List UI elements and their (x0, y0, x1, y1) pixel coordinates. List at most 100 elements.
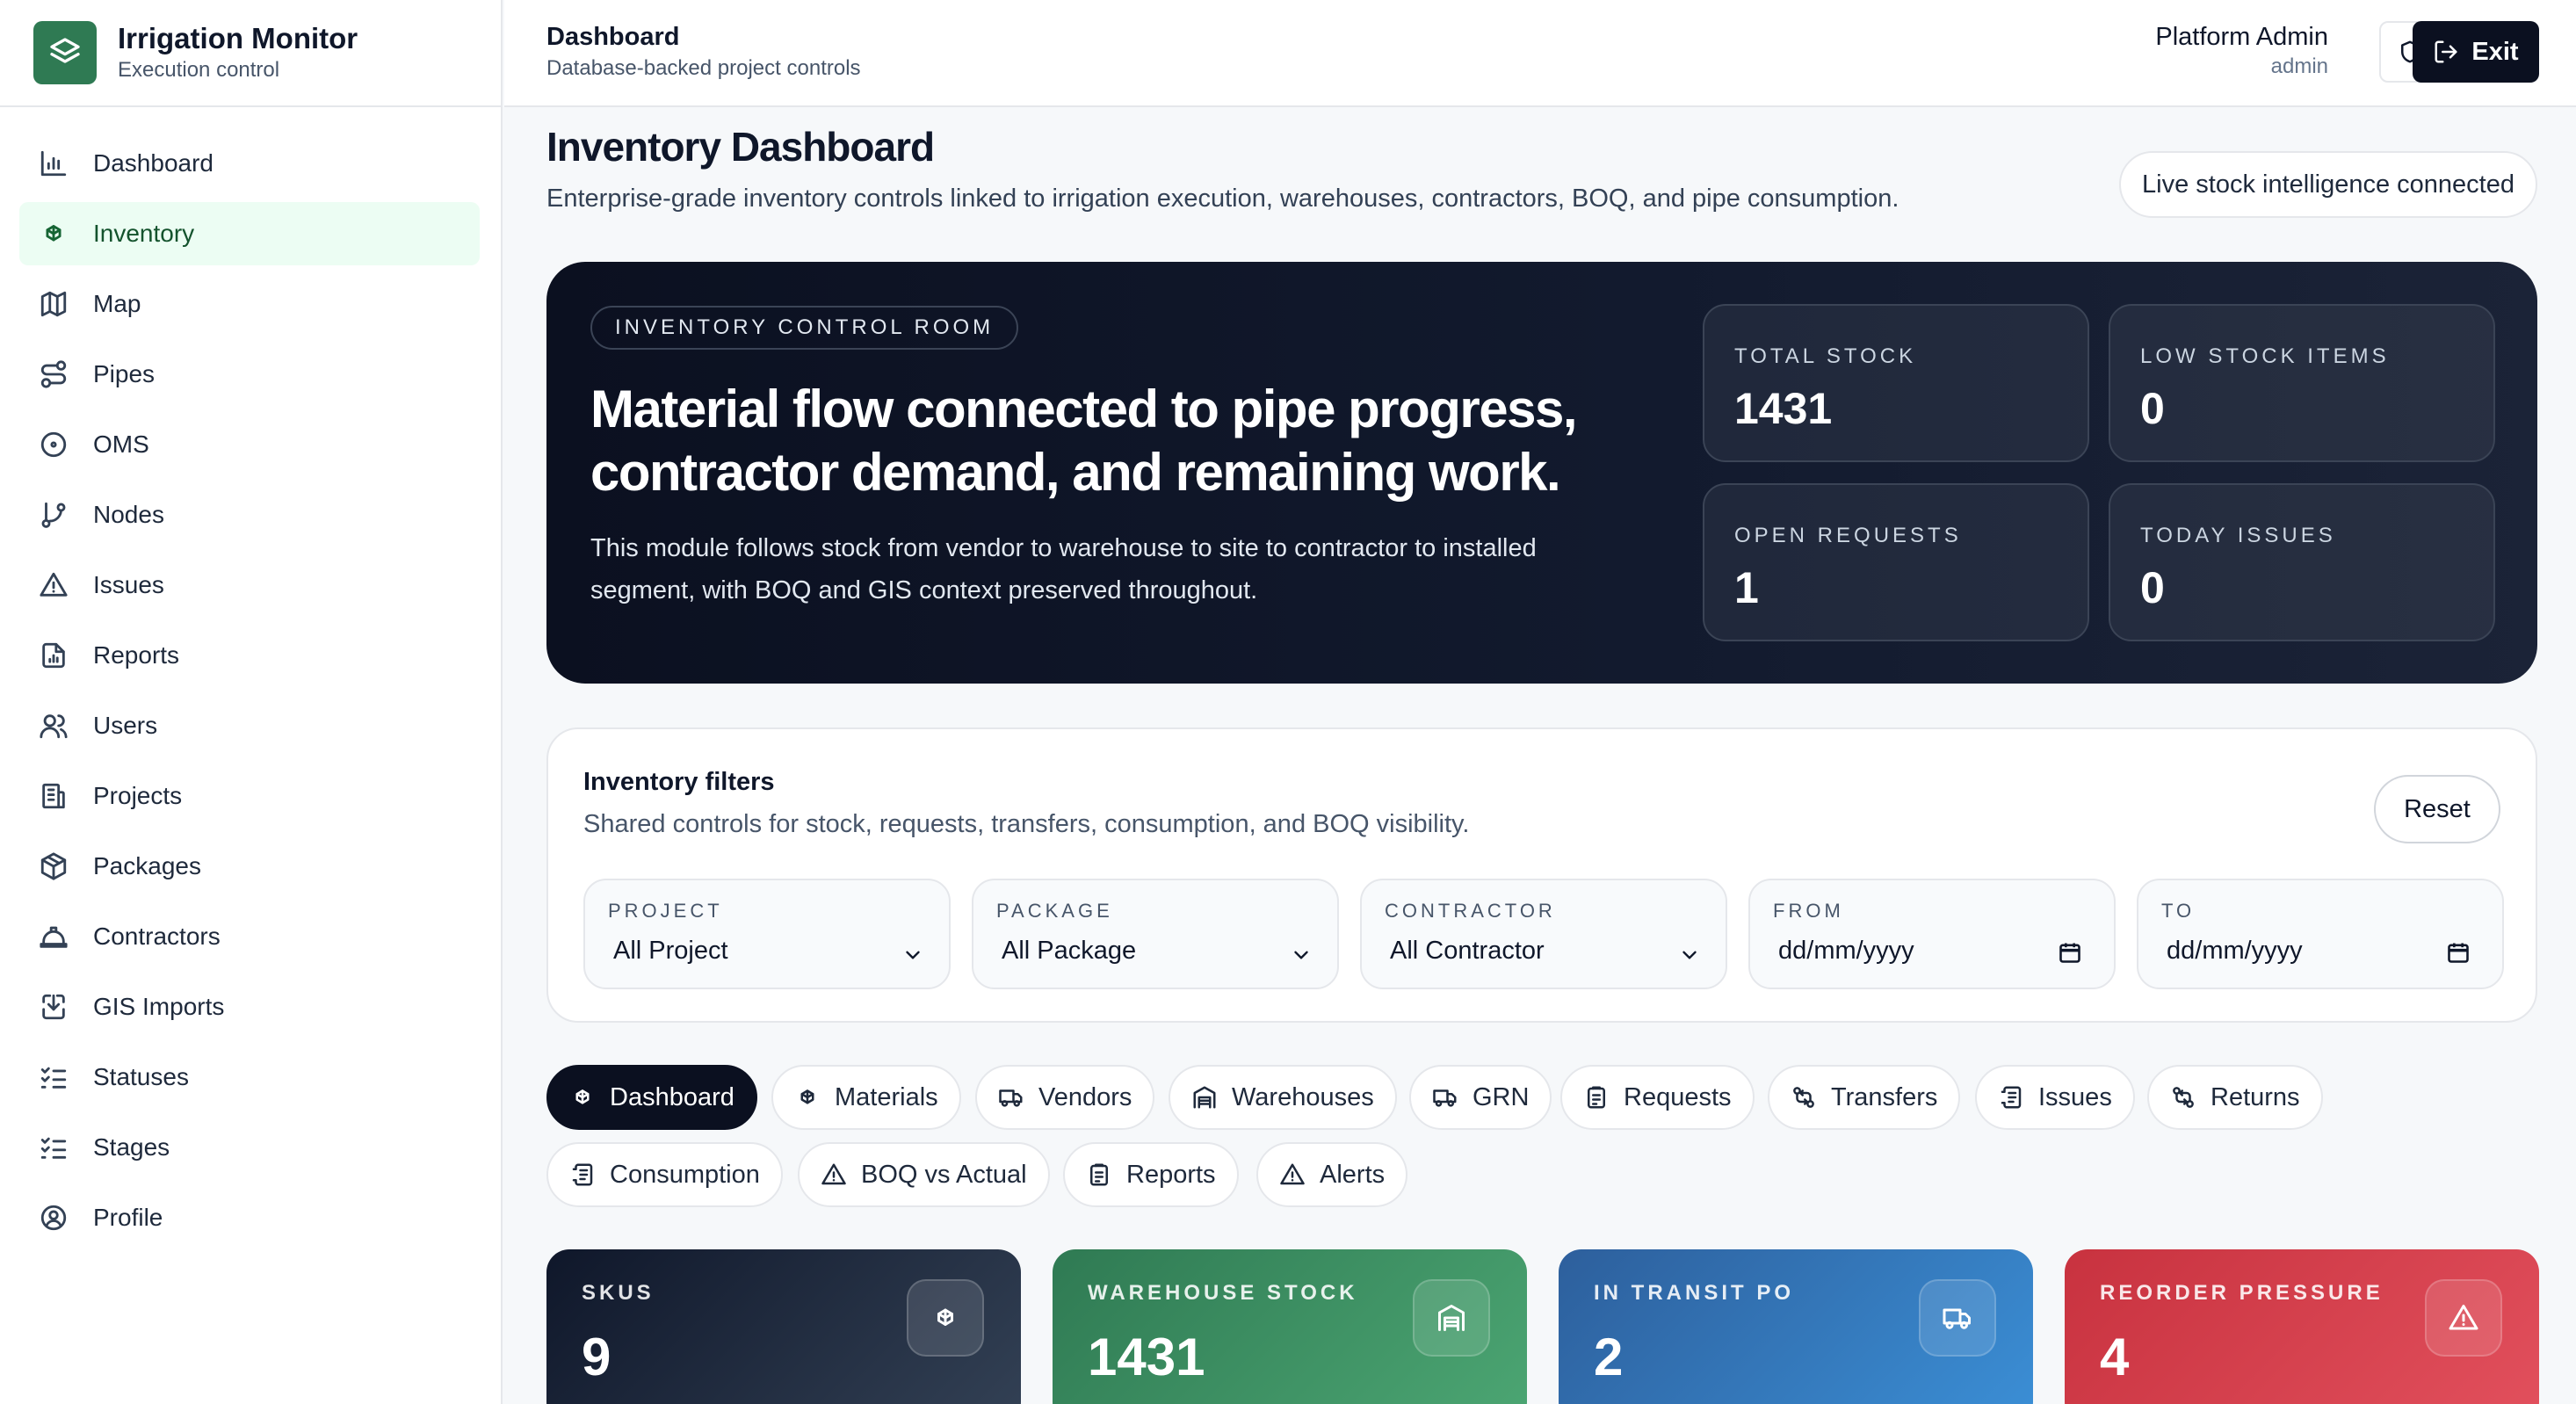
clipboard-icon (1090, 1163, 1108, 1186)
chevron-down-icon (901, 944, 924, 966)
sidebar-item-profile[interactable]: Profile (19, 1186, 480, 1249)
alert-triangle-icon (2449, 1305, 2478, 1330)
sidebar-item-stages[interactable]: Stages (19, 1116, 480, 1179)
kpi-label: TOTAL STOCK (1734, 344, 1917, 368)
brand[interactable]: Irrigation Monitor Execution control (0, 0, 501, 107)
field-label: FROM (1773, 900, 1844, 922)
exit-button[interactable]: Exit (2413, 21, 2539, 83)
tab-consumption[interactable]: Consumption (546, 1142, 783, 1207)
tab-label: Returns (2211, 1082, 2300, 1111)
user-circle-icon (40, 1205, 67, 1231)
field-value: All Project (613, 937, 728, 965)
to-filter[interactable]: TO dd/mm/yyyy (2137, 879, 2504, 989)
page-description: Enterprise-grade inventory controls link… (546, 185, 1899, 213)
warehouse-icon (1438, 1305, 1465, 1331)
inventory-hero: INVENTORY CONTROL ROOM Material flow con… (546, 262, 2537, 684)
package-filter[interactable]: PACKAGE All Package (972, 879, 1339, 989)
stat-card-skus: SKUS 9 (546, 1249, 1021, 1404)
layers-icon (33, 21, 97, 84)
user-info: Platform Admin admin (2155, 21, 2328, 81)
filters-title: Inventory filters (583, 768, 775, 796)
tab-label: Consumption (610, 1160, 760, 1189)
sidebar-item-reports[interactable]: Reports (19, 624, 480, 687)
tab-dashboard[interactable]: Dashboard (546, 1065, 757, 1130)
sidebar: Irrigation Monitor Execution control Das… (0, 0, 503, 1404)
sidebar-item-contractors[interactable]: Contractors (19, 905, 480, 968)
kpi-low-stock: LOW STOCK ITEMS 0 (2109, 304, 2495, 462)
kpi-today-issues: TODAY ISSUES 0 (2109, 483, 2495, 641)
sidebar-item-issues[interactable]: Issues (19, 554, 480, 617)
tab-vendors[interactable]: Vendors (975, 1065, 1155, 1130)
boxes-icon (46, 225, 62, 242)
sidebar-item-oms[interactable]: OMS (19, 413, 480, 476)
sidebar-item-label: Stages (93, 1133, 170, 1161)
sidebar-item-nodes[interactable]: Nodes (19, 483, 480, 546)
sidebar-item-packages[interactable]: Packages (19, 835, 480, 898)
tab-materials[interactable]: Materials (771, 1065, 961, 1130)
sidebar-item-label: Pipes (93, 360, 156, 387)
alert-triangle-icon (821, 1163, 846, 1185)
route-icon (40, 360, 67, 388)
tab-reports[interactable]: Reports (1063, 1142, 1239, 1207)
transfer-icon (2173, 1087, 2194, 1108)
truck-icon (999, 1089, 1023, 1107)
truck-icon (1433, 1089, 1457, 1107)
tab-label: Materials (835, 1082, 938, 1111)
stat-label: IN TRANSIT PO (1594, 1281, 1795, 1305)
alert-triangle-icon (1280, 1163, 1305, 1185)
exit-label: Exit (2471, 37, 2519, 66)
tab-transfers[interactable]: Transfers (1768, 1065, 1961, 1130)
chevron-down-icon (1290, 944, 1313, 966)
stat-card-reorder-pressure: REORDER PRESSURE 4 (2065, 1249, 2539, 1404)
filters-subtitle: Shared controls for stock, requests, tra… (583, 810, 1470, 838)
warehouse-icon (1193, 1086, 1216, 1109)
building-icon (42, 783, 65, 809)
tab-label: GRN (1473, 1082, 1530, 1111)
sidebar-item-gis-imports[interactable]: GIS Imports (19, 975, 480, 1039)
project-filter[interactable]: PROJECT All Project (583, 879, 951, 989)
sidebar-item-statuses[interactable]: Statuses (19, 1046, 480, 1109)
stat-label: SKUS (582, 1281, 655, 1305)
brand-subtitle: Execution control (118, 58, 280, 82)
sidebar-item-users[interactable]: Users (19, 694, 480, 757)
tab-requests[interactable]: Requests (1560, 1065, 1755, 1130)
boxes-icon (937, 1308, 953, 1326)
sidebar-item-inventory[interactable]: Inventory (19, 202, 480, 265)
tab-warehouses[interactable]: Warehouses (1169, 1065, 1397, 1130)
map-icon (40, 291, 67, 317)
calendar-icon[interactable] (2446, 940, 2471, 965)
bar-chart-icon (40, 150, 67, 177)
hero-body: This module follows stock from vendor to… (590, 534, 1537, 604)
tab-returns[interactable]: Returns (2147, 1065, 2323, 1130)
hero-headline: Material flow connected to pipe progress… (590, 380, 1578, 502)
sidebar-item-pipes[interactable]: Pipes (19, 343, 480, 406)
list-checks-icon (40, 1067, 67, 1089)
kpi-label: TODAY ISSUES (2140, 524, 2336, 547)
sidebar-item-label: Contractors (93, 923, 221, 950)
field-label: PACKAGE (996, 900, 1113, 922)
sidebar-item-label: Inventory (93, 220, 195, 247)
sidebar-item-label: Packages (93, 852, 201, 879)
sidebar-item-label: OMS (93, 431, 149, 458)
calendar-icon[interactable] (2058, 940, 2082, 965)
transfer-icon (1793, 1087, 1814, 1108)
user-role: admin (2270, 54, 2328, 78)
sidebar-item-label: Projects (93, 782, 183, 809)
from-filter[interactable]: FROM dd/mm/yyyy (1748, 879, 2116, 989)
sidebar-item-map[interactable]: Map (19, 272, 480, 336)
sidebar-item-label: GIS Imports (93, 993, 225, 1020)
tab-boq-vs-actual[interactable]: BOQ vs Actual (798, 1142, 1050, 1207)
tab-grn[interactable]: GRN (1409, 1065, 1552, 1130)
contractor-filter[interactable]: CONTRACTOR All Contractor (1360, 879, 1727, 989)
kpi-open-requests: OPEN REQUESTS 1 (1703, 483, 2089, 641)
live-status-badge: Live stock intelligence connected (2119, 151, 2537, 218)
scroll-icon (572, 1163, 593, 1186)
tab-alerts[interactable]: Alerts (1256, 1142, 1408, 1207)
kpi-value: 1 (1734, 563, 1759, 612)
file-chart-icon (42, 642, 65, 669)
reset-button[interactable]: Reset (2374, 775, 2500, 843)
sidebar-item-projects[interactable]: Projects (19, 764, 480, 828)
stat-card-warehouse-stock: WAREHOUSE STOCK 1431 (1053, 1249, 1527, 1404)
tab-issues[interactable]: Issues (1975, 1065, 2135, 1130)
sidebar-item-dashboard[interactable]: Dashboard (19, 132, 480, 195)
